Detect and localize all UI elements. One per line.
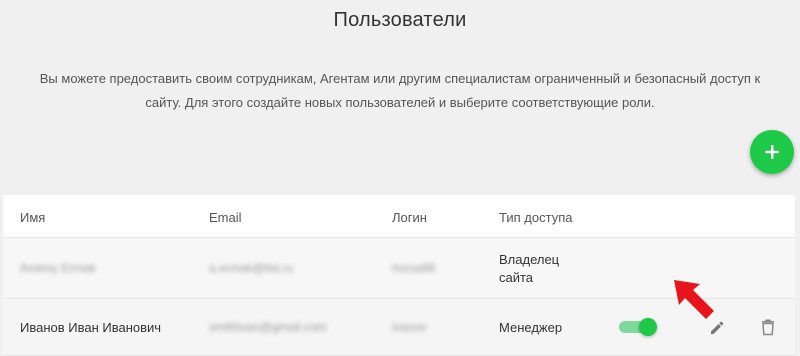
user-login: horsa86 xyxy=(392,261,436,275)
column-header-name: Имя xyxy=(20,210,46,225)
toggle-knob xyxy=(639,318,657,336)
user-access-type: Владелец сайта xyxy=(499,251,579,287)
description-line-2: сайту. Для этого создайте новых пользова… xyxy=(145,95,655,110)
red-arrow-icon xyxy=(674,280,714,319)
trash-icon xyxy=(762,319,774,336)
access-type-line-2: сайта xyxy=(499,270,534,285)
user-name: Andrey Ermak xyxy=(20,261,97,275)
add-user-button[interactable] xyxy=(750,130,794,174)
page-description: Вы можете предоставить своим сотрудникам… xyxy=(20,67,780,115)
page-title: Пользователи xyxy=(333,9,467,31)
user-access-type: Менеджер xyxy=(499,320,563,335)
user-active-toggle[interactable] xyxy=(617,318,659,336)
user-name: Иванов Иван Иванович xyxy=(20,320,162,335)
column-header-login: Логин xyxy=(392,210,427,225)
user-email: a.ermak@list.ru xyxy=(209,261,294,275)
plus-icon xyxy=(765,145,779,159)
user-email: smithivan@gmail.com xyxy=(209,320,327,334)
delete-user-button[interactable] xyxy=(760,318,776,336)
column-header-email: Email xyxy=(209,210,242,225)
description-line-1: Вы можете предоставить своим сотрудникам… xyxy=(39,71,761,86)
access-type-line-1: Владелец xyxy=(499,252,560,267)
user-login: ivanov xyxy=(392,320,427,334)
column-header-access-type: Тип доступа xyxy=(499,210,573,225)
table-header: Имя Email Логин Тип доступа xyxy=(3,195,795,238)
